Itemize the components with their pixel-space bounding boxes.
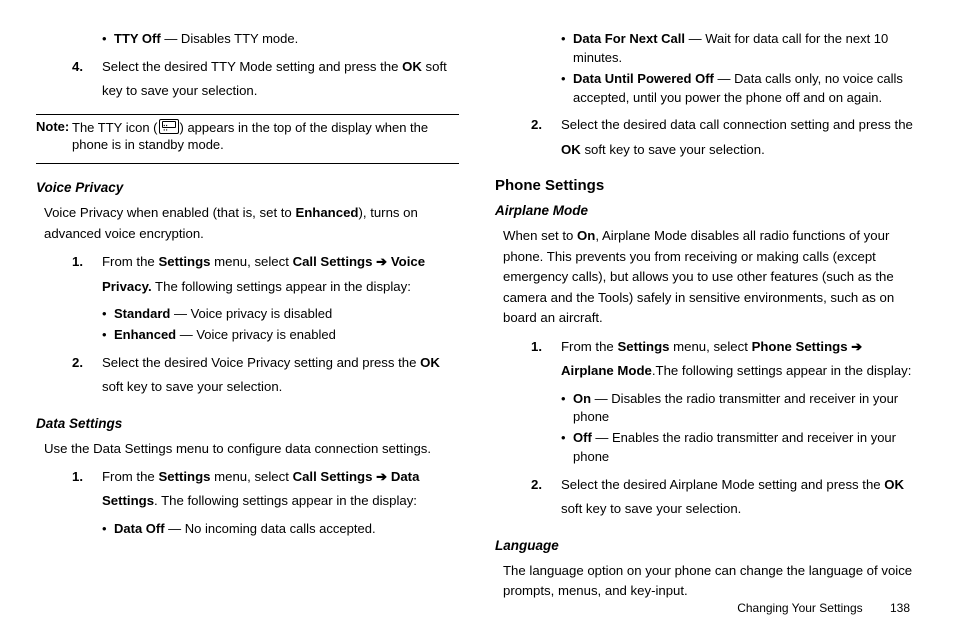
t: soft key to save your selection.	[561, 501, 741, 516]
settings-label: Settings	[158, 469, 210, 484]
vp-intro-a: Voice Privacy when enabled (that is, set…	[44, 205, 295, 220]
am-step-2: 2. Select the desired Airplane Mode sett…	[531, 473, 918, 522]
t: soft key to save your selection.	[581, 142, 765, 157]
note-rule-top	[36, 114, 459, 115]
on-label: On	[577, 228, 595, 243]
airplane-mode-heading: Airplane Mode	[495, 201, 918, 222]
step4-text-a: Select the desired TTY Mode setting and …	[102, 59, 402, 74]
arrow-icon: ➔	[848, 339, 863, 354]
settings-label: Settings	[158, 254, 210, 269]
bullet-standard: • Standard — Voice privacy is disabled	[102, 305, 459, 324]
note-tty-icon: Note: The TTY icon () appears in the top…	[36, 119, 459, 154]
t: . The following settings appear in the d…	[154, 493, 417, 508]
page-number: 138	[890, 601, 910, 615]
data-settings-heading: Data Settings	[36, 414, 459, 435]
data-pow-label: Data Until Powered Off	[573, 71, 714, 86]
bullet-dot: •	[102, 520, 114, 539]
step-number: 1.	[72, 250, 102, 299]
tty-off-desc: — Disables TTY mode.	[161, 31, 299, 46]
t: Select the desired Voice Privacy setting…	[102, 355, 420, 370]
t: When set to	[503, 228, 577, 243]
t: menu, select	[210, 469, 292, 484]
language-intro: The language option on your phone can ch…	[503, 561, 918, 602]
t: From the	[561, 339, 617, 354]
t: .The following settings appear in the di…	[652, 363, 912, 378]
data-off-label: Data Off	[114, 521, 165, 536]
step-number: 2.	[531, 473, 561, 522]
note-label: Note:	[36, 119, 72, 154]
right-column: • Data For Next Call — Wait for data cal…	[495, 28, 918, 606]
t: The following settings appear in the dis…	[152, 279, 411, 294]
t: soft key to save your selection.	[102, 379, 282, 394]
airplane-mode-intro: When set to On, Airplane Mode disables a…	[503, 226, 918, 328]
data-next-label: Data For Next Call	[573, 31, 685, 46]
settings-label: Settings	[617, 339, 669, 354]
bullet-tty-off: • TTY Off — Disables TTY mode.	[102, 30, 459, 49]
bullet-dot: •	[102, 305, 114, 324]
bullet-dot: •	[561, 390, 573, 428]
bullet-dot: •	[561, 70, 573, 108]
page-columns: • TTY Off — Disables TTY mode. 4. Select…	[36, 28, 918, 606]
bullet-dot: •	[561, 30, 573, 68]
ds-step-1: 1. From the Settings menu, select Call S…	[72, 465, 459, 514]
phone-settings-heading: Phone Settings	[495, 174, 918, 197]
data-settings-intro: Use the Data Settings menu to configure …	[44, 439, 459, 459]
t: From the	[102, 254, 158, 269]
call-settings-label: Call Settings	[293, 469, 373, 484]
vp-intro-b: Enhanced	[295, 205, 358, 220]
arrow-icon: ➔	[372, 254, 390, 269]
step-number: 1.	[72, 465, 102, 514]
note-rule-bottom	[36, 163, 459, 164]
t: Select the desired data call connection …	[561, 117, 913, 132]
t: From the	[102, 469, 158, 484]
on-label: On	[573, 391, 591, 406]
voice-privacy-intro: Voice Privacy when enabled (that is, set…	[44, 203, 459, 244]
bullet-am-off: • Off — Enables the radio transmitter an…	[561, 429, 918, 467]
ok-key-label: OK	[402, 59, 422, 74]
data-off-desc: — No incoming data calls accepted.	[165, 521, 376, 536]
tty-off-label: TTY Off	[114, 31, 161, 46]
am-step-1: 1. From the Settings menu, select Phone …	[531, 335, 918, 384]
enhanced-desc: — Voice privacy is enabled	[176, 327, 336, 342]
note-text-a: The TTY icon (	[72, 120, 158, 135]
t: Select the desired Airplane Mode setting…	[561, 477, 884, 492]
tty-icon	[159, 119, 179, 134]
voice-privacy-heading: Voice Privacy	[36, 178, 459, 199]
on-desc: — Disables the radio transmitter and rec…	[573, 391, 898, 425]
standard-label: Standard	[114, 306, 170, 321]
enhanced-label: Enhanced	[114, 327, 176, 342]
ok-key-label: OK	[420, 355, 440, 370]
vp-step-2: 2. Select the desired Voice Privacy sett…	[72, 351, 459, 400]
t: menu, select	[210, 254, 292, 269]
left-column: • TTY Off — Disables TTY mode. 4. Select…	[36, 28, 459, 606]
page-footer: Changing Your Settings 138	[737, 599, 910, 618]
airplane-mode-label: Airplane Mode	[561, 363, 652, 378]
step-number: 2.	[531, 113, 561, 162]
footer-section: Changing Your Settings	[737, 601, 862, 615]
standard-desc: — Voice privacy is disabled	[170, 306, 332, 321]
bullet-data-off: • Data Off — No incoming data calls acce…	[102, 520, 459, 539]
call-settings-label: Call Settings	[293, 254, 373, 269]
bullet-enhanced: • Enhanced — Voice privacy is enabled	[102, 326, 459, 345]
ok-key-label: OK	[884, 477, 904, 492]
off-label: Off	[573, 430, 592, 445]
step-number: 2.	[72, 351, 102, 400]
step-number: 1.	[531, 335, 561, 384]
vp-step-1: 1. From the Settings menu, select Call S…	[72, 250, 459, 299]
ok-key-label: OK	[561, 142, 581, 157]
bullet-dot: •	[102, 326, 114, 345]
t: menu, select	[669, 339, 751, 354]
bullet-data-powered-off: • Data Until Powered Off — Data calls on…	[561, 70, 918, 108]
bullet-dot: •	[561, 429, 573, 467]
arrow-icon: ➔	[372, 469, 390, 484]
step-4: 4. Select the desired TTY Mode setting a…	[72, 55, 459, 104]
phone-settings-label: Phone Settings	[752, 339, 848, 354]
off-desc: — Enables the radio transmitter and rece…	[573, 430, 896, 464]
ds-step-2: 2. Select the desired data call connecti…	[531, 113, 918, 162]
step-number: 4.	[72, 55, 102, 104]
bullet-am-on: • On — Disables the radio transmitter an…	[561, 390, 918, 428]
language-heading: Language	[495, 536, 918, 557]
bullet-data-next-call: • Data For Next Call — Wait for data cal…	[561, 30, 918, 68]
bullet-dot: •	[102, 30, 114, 49]
